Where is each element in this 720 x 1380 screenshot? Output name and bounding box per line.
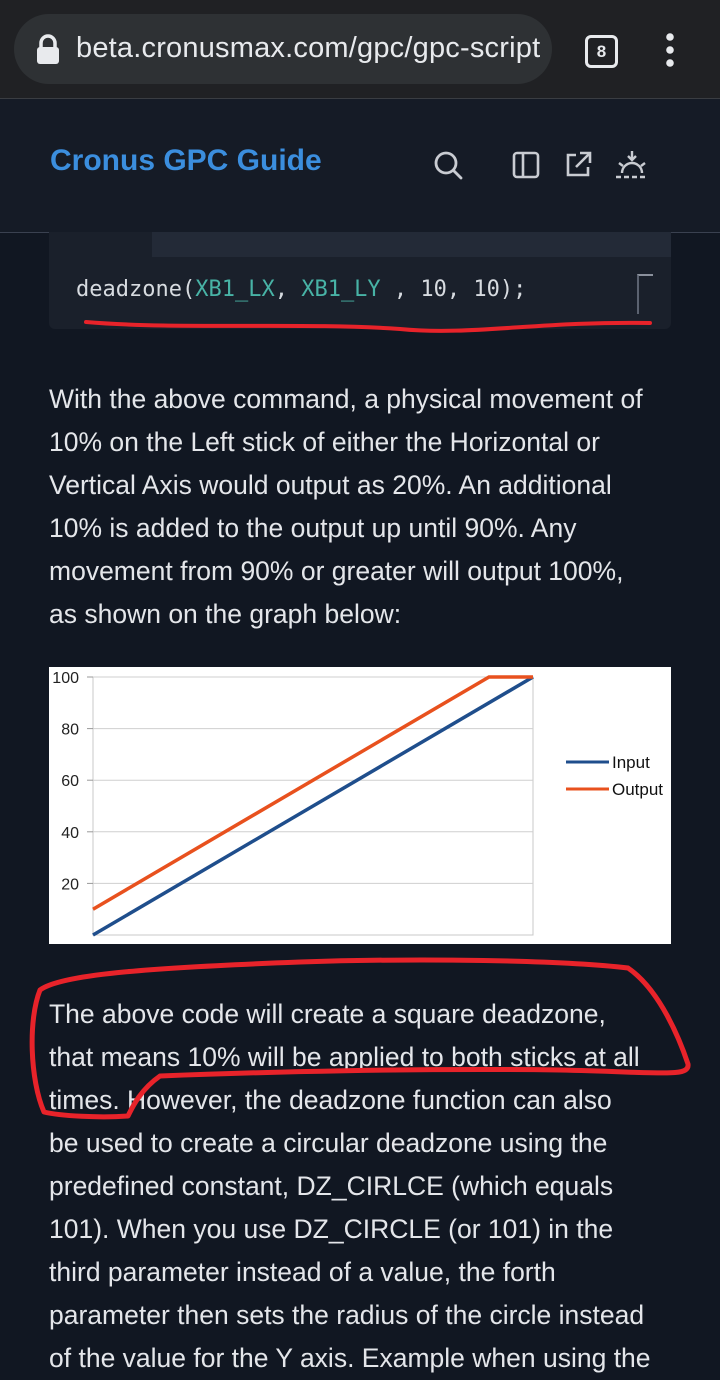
code-block-top-strip (152, 232, 671, 257)
y-tick-label: 80 (61, 722, 79, 739)
lock-icon (37, 34, 59, 64)
code-sep: , (274, 277, 302, 302)
site-title[interactable]: Cronus GPC Guide (50, 144, 322, 178)
text-line: The above code will create a square dead… (49, 999, 606, 1029)
search-icon[interactable] (430, 147, 466, 183)
browser-toolbar: beta.cronusmax.com/gpc/gpc-script 8 (0, 0, 720, 99)
text-line: Vertical Axis would output as 20%. An ad… (49, 470, 612, 500)
text-line: be used to create a circular deadzone us… (49, 1128, 608, 1158)
text-line: as shown on the graph below: (49, 599, 402, 629)
chart-svg: 20 40 60 80 100 Input Output (52, 670, 663, 937)
text-line: times. However, the deadzone function ca… (49, 1085, 612, 1115)
text-line: parameter then sets the radius of the ci… (49, 1300, 645, 1330)
tab-switcher-button[interactable]: 8 (585, 35, 618, 68)
text-line: movement from 90% or greater will output… (49, 556, 624, 586)
text-line: 101). When you use DZ_CIRCLE (or 101) in… (49, 1214, 614, 1244)
legend-label-input: Input (612, 753, 650, 772)
code-rest: , 10, 10); (380, 277, 527, 302)
code-fn: deadzone( (76, 277, 196, 302)
y-tick-label: 100 (52, 670, 79, 687)
deadzone-chart: 20 40 60 80 100 Input Output (49, 667, 671, 944)
site-header: Cronus GPC Guide (0, 99, 720, 233)
url-text[interactable]: beta.cronusmax.com/gpc/gpc-script (76, 32, 540, 65)
paragraph-circular-deadzone: The above code will create a square dead… (49, 993, 679, 1380)
text-line: predefined constant, DZ_CIRLCE (which eq… (49, 1171, 614, 1201)
code-arg-ly: XB1_LY (301, 277, 381, 302)
text-line: of the value for the Y axis. Example whe… (49, 1343, 651, 1373)
legend-label-output: Output (612, 780, 663, 799)
paragraph-deadzone-explanation: With the above command, a physical movem… (49, 378, 679, 636)
y-tick-label: 20 (61, 876, 79, 893)
external-link-icon[interactable] (560, 147, 596, 183)
sidebar-icon[interactable] (508, 147, 544, 183)
text-line: With the above command, a physical movem… (49, 384, 643, 414)
code-line: deadzone(XB1_LX, XB1_LY , 10, 10); (76, 277, 526, 302)
text-line: third parameter instead of a value, the … (49, 1257, 556, 1287)
y-tick-label: 60 (61, 773, 79, 790)
more-menu-icon[interactable] (660, 32, 680, 68)
code-arg-lx: XB1_LX (195, 277, 275, 302)
text-line: 10% is added to the output up until 90%.… (49, 513, 577, 543)
code-block: deadzone(XB1_LX, XB1_LY , 10, 10); (49, 232, 671, 329)
text-line: 10% on the Left stick of either the Hori… (49, 427, 600, 457)
theme-icon[interactable] (614, 147, 650, 183)
y-tick-label: 40 (61, 825, 79, 842)
text-line: that means 10% will be applied to both s… (49, 1042, 640, 1072)
code-scrollbar[interactable] (637, 274, 653, 314)
